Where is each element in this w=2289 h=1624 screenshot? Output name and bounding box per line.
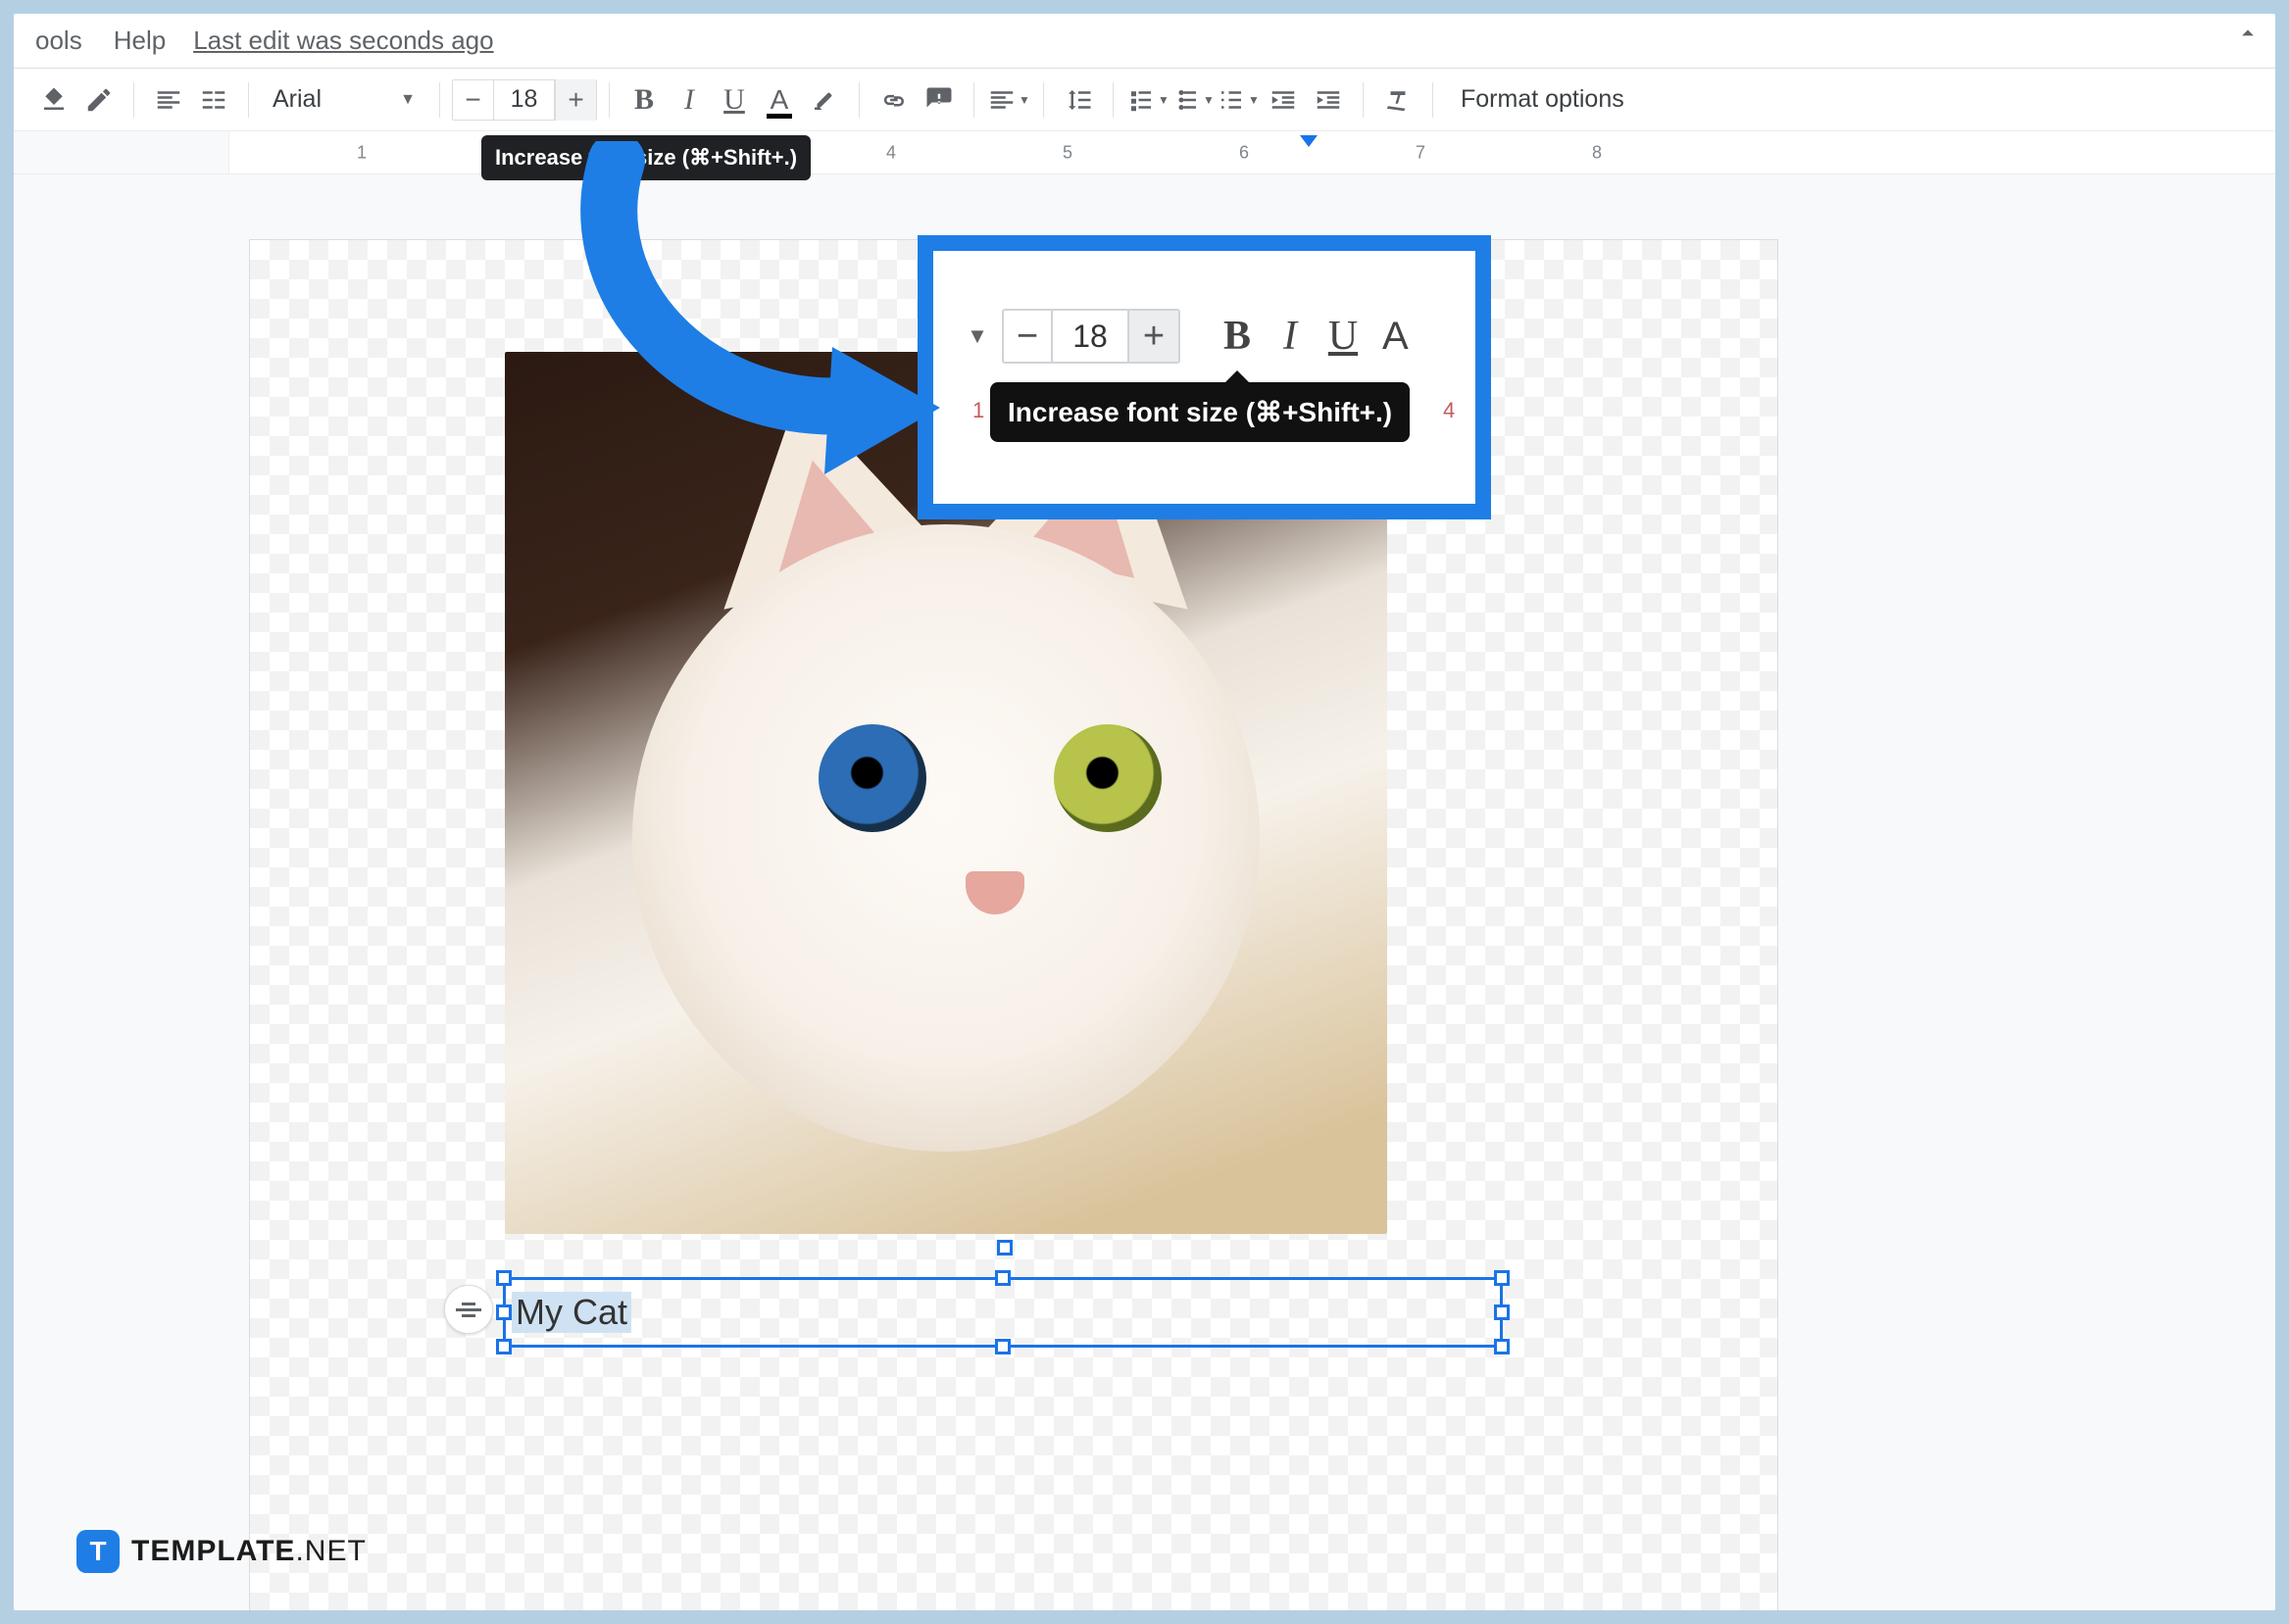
numbered-list-button[interactable]: ▼ <box>1216 77 1261 123</box>
last-edit-link[interactable]: Last edit was seconds ago <box>181 25 493 56</box>
selection-handle[interactable] <box>496 1270 512 1286</box>
increase-font-size-tooltip: Increase font size (⌘+Shift+.) <box>481 135 811 180</box>
ruler-tick: 1 <box>357 142 367 163</box>
selection-handle[interactable] <box>496 1304 512 1320</box>
caption-text[interactable]: My Cat <box>512 1292 631 1333</box>
decrease-indent-button[interactable] <box>1261 77 1306 123</box>
font-size-input[interactable]: 18 <box>494 79 555 121</box>
align-left-icon[interactable] <box>146 77 191 123</box>
ruler-tick: 7 <box>1416 142 1425 163</box>
watermark-badge-icon: T <box>76 1530 120 1573</box>
font-family-value: Arial <box>273 85 322 114</box>
selection-handle[interactable] <box>997 1240 1013 1255</box>
selection-handle[interactable] <box>1494 1304 1510 1320</box>
callout-font-size-cluster: − 18 + <box>1002 309 1180 364</box>
bold-button[interactable]: B <box>622 77 667 123</box>
ruler[interactable]: 1 2 3 4 5 6 7 8 <box>14 131 2275 174</box>
italic-button[interactable]: I <box>667 77 712 123</box>
caret-down-icon: ▼ <box>963 323 992 349</box>
selection-handle[interactable] <box>1494 1270 1510 1286</box>
line-spacing-button[interactable] <box>1056 77 1101 123</box>
clear-formatting-button[interactable] <box>1375 77 1420 123</box>
watermark: T TEMPLATE.NET <box>76 1530 367 1573</box>
menu-bar: ools Help Last edit was seconds ago <box>14 14 2275 69</box>
selection-handle[interactable] <box>1494 1339 1510 1354</box>
menu-tools[interactable]: ools <box>20 25 98 56</box>
callout-decrease-font-size-button[interactable]: − <box>1004 311 1053 362</box>
increase-indent-button[interactable] <box>1306 77 1351 123</box>
font-family-dropdown[interactable]: Arial ▼ <box>261 77 427 123</box>
bullet-list-button[interactable]: ▼ <box>1170 77 1216 123</box>
increase-font-size-button[interactable]: + <box>555 79 596 121</box>
watermark-brand: TEMPLATE <box>131 1535 295 1567</box>
ruler-tick: 8 <box>1592 142 1602 163</box>
ruler-tick: 6 <box>1239 142 1249 163</box>
caption-text-box[interactable]: My Cat <box>503 1277 1503 1348</box>
selection-handle[interactable] <box>496 1339 512 1354</box>
checklist-button[interactable]: ▼ <box>1125 77 1170 123</box>
font-size-cluster: − 18 + <box>452 79 597 121</box>
caret-down-icon: ▼ <box>400 91 416 109</box>
callout-increase-font-size-tooltip: Increase font size (⌘+Shift+.) <box>990 382 1410 442</box>
callout-italic-button[interactable]: I <box>1267 313 1314 360</box>
align-dropdown[interactable]: ▼ <box>986 77 1031 123</box>
text-color-button[interactable]: A <box>757 77 802 123</box>
underline-button[interactable]: U <box>712 77 757 123</box>
toolbar: Arial ▼ − 18 + B I U A <box>14 69 2275 131</box>
fill-color-icon[interactable] <box>31 77 76 123</box>
selection-handle[interactable] <box>995 1270 1011 1286</box>
callout-underline-button[interactable]: U <box>1319 313 1367 360</box>
menu-help[interactable]: Help <box>98 25 181 56</box>
highlight-button[interactable] <box>802 77 847 123</box>
pencil-icon[interactable] <box>76 77 122 123</box>
watermark-suffix: .NET <box>295 1535 366 1567</box>
collapse-chevron-icon[interactable] <box>2234 20 2262 54</box>
indent-marker-icon[interactable] <box>1300 135 1318 147</box>
callout-increase-font-size-button[interactable]: + <box>1129 311 1178 362</box>
callout-font-size-input[interactable]: 18 <box>1053 311 1129 362</box>
ruler-tick: 5 <box>1063 142 1072 163</box>
app-window: ools Help Last edit was seconds ago Aria… <box>14 14 2275 1610</box>
selection-handle[interactable] <box>995 1339 1011 1354</box>
callout-bold-button[interactable]: B <box>1214 313 1261 360</box>
callout-text-color-button[interactable]: A <box>1382 315 1409 359</box>
align-split-icon[interactable] <box>191 77 236 123</box>
drag-handle-icon[interactable] <box>444 1285 493 1334</box>
decrease-font-size-button[interactable]: − <box>453 79 494 121</box>
zoom-callout: ▼ − 18 + B I U A 1 4 Increase font size … <box>918 235 1491 519</box>
ruler-tick: 4 <box>886 142 896 163</box>
format-options-button[interactable]: Format options <box>1445 77 1640 123</box>
insert-link-button[interactable] <box>871 77 917 123</box>
insert-comment-button[interactable] <box>917 77 962 123</box>
